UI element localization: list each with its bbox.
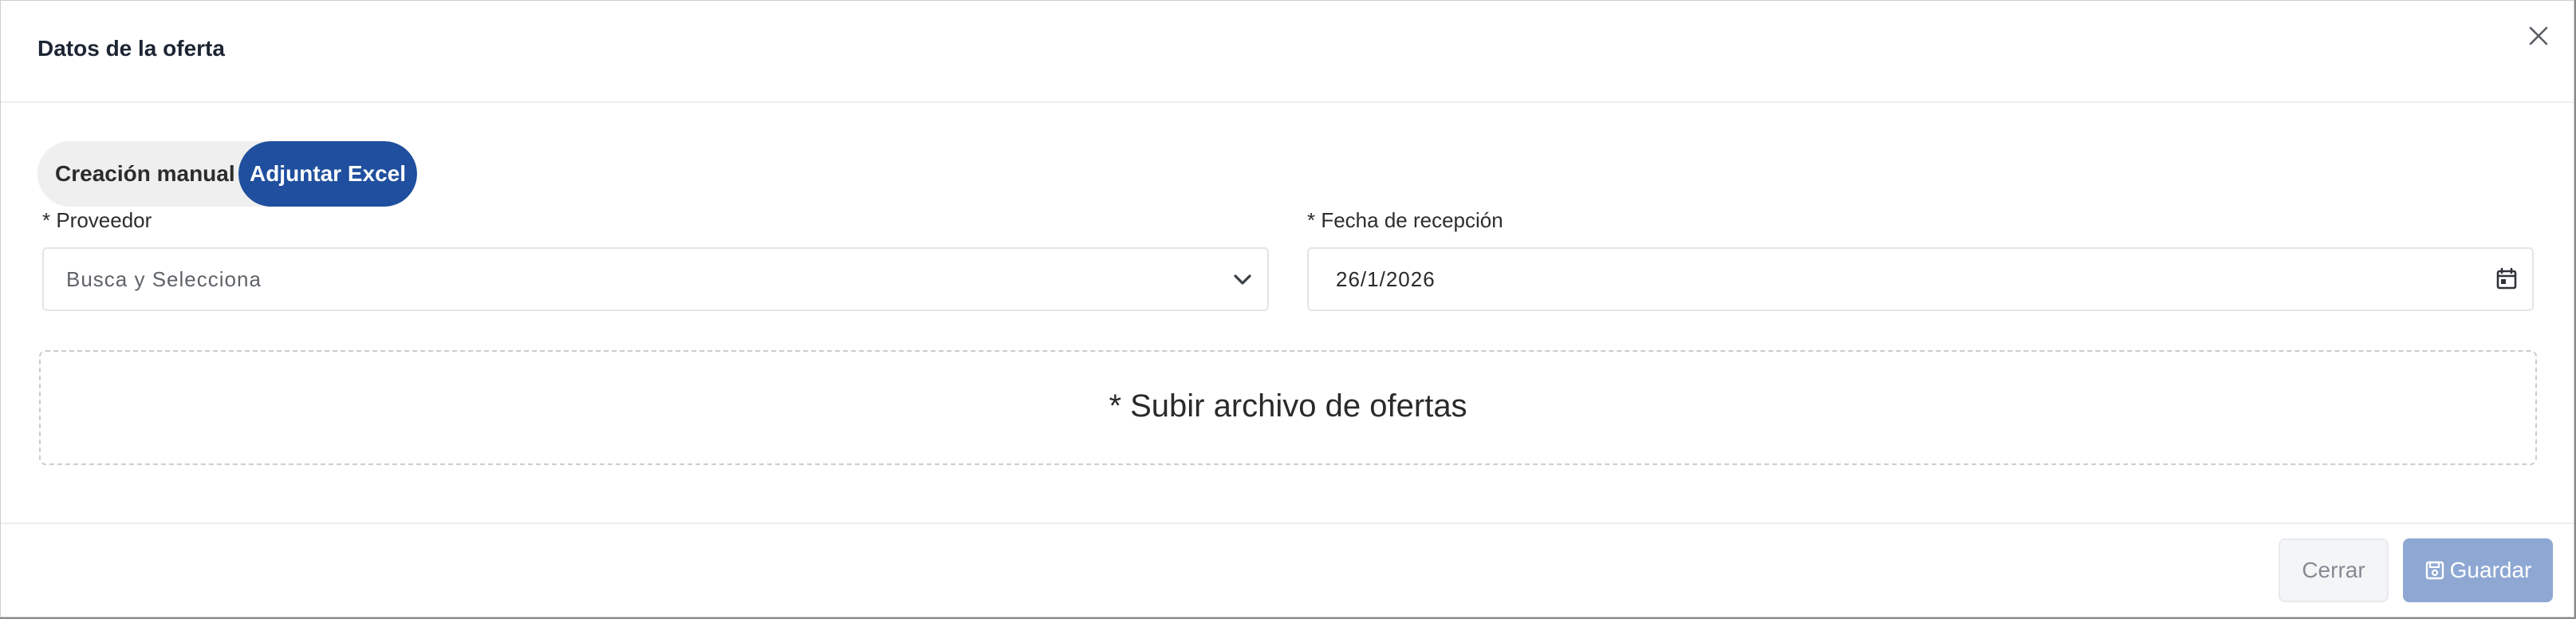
footer-divider — [1, 522, 2574, 524]
modal-title: Datos de la oferta — [37, 36, 225, 61]
upload-label: * Subir archivo de ofertas — [1109, 388, 1467, 424]
provider-label: * Proveedor — [42, 208, 152, 232]
reception-date-input[interactable]: 26/1/2026 — [1307, 247, 2534, 311]
save-icon — [2425, 561, 2444, 580]
save-button-label: Guardar — [2449, 558, 2532, 582]
modal-header: Datos de la oferta — [1, 1, 2574, 103]
close-footer-button[interactable]: Cerrar — [2279, 538, 2389, 602]
offers-file-dropzone[interactable]: * Subir archivo de ofertas — [39, 350, 2537, 465]
attach-excel-button[interactable]: Adjuntar Excel — [238, 141, 417, 207]
provider-placeholder: Busca y Selecciona — [66, 267, 262, 291]
chevron-down-icon — [1234, 274, 1251, 285]
offer-data-modal: Datos de la oferta Creación manual Adjun… — [0, 0, 2574, 617]
manual-creation-button[interactable]: Creación manual — [37, 141, 238, 207]
close-button[interactable] — [2523, 20, 2554, 52]
provider-select[interactable]: Busca y Selecciona — [42, 247, 1269, 311]
reception-date-value: 26/1/2026 — [1336, 267, 1436, 291]
calendar-icon[interactable] — [2492, 265, 2521, 294]
creation-mode-toggle: Creación manual Adjuntar Excel — [37, 141, 417, 207]
reception-date-label: * Fecha de recepción — [1307, 208, 1503, 232]
close-icon — [2529, 26, 2548, 45]
save-button[interactable]: Guardar — [2403, 538, 2553, 602]
